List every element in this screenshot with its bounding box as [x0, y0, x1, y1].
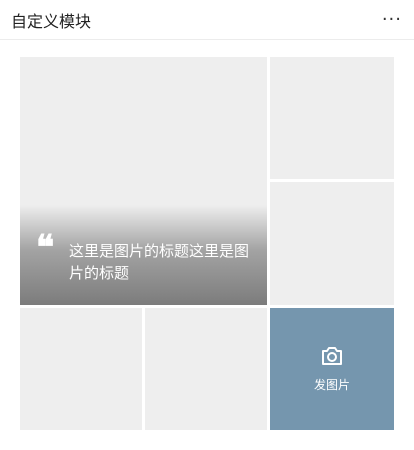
more-icon[interactable]: ···	[382, 10, 402, 29]
quote-icon: ❝	[36, 228, 55, 268]
add-photo-label: 发图片	[313, 378, 350, 392]
add-photo-button[interactable]: 发图片	[270, 308, 394, 430]
featured-image-tile[interactable]: ❝ 这里是图片的标题这里是图片的标题	[20, 57, 267, 305]
image-tile[interactable]	[145, 308, 267, 430]
camera-icon	[320, 345, 344, 367]
image-tile[interactable]	[270, 182, 394, 305]
image-caption: 这里是图片的标题这里是图片的标题	[69, 242, 250, 282]
image-tile[interactable]	[270, 57, 394, 179]
module-title: 自定义模块	[11, 11, 92, 31]
image-tile[interactable]	[20, 308, 142, 430]
image-grid: ❝ 这里是图片的标题这里是图片的标题 发图片	[20, 57, 394, 430]
module-header: 自定义模块 ···	[0, 0, 414, 40]
